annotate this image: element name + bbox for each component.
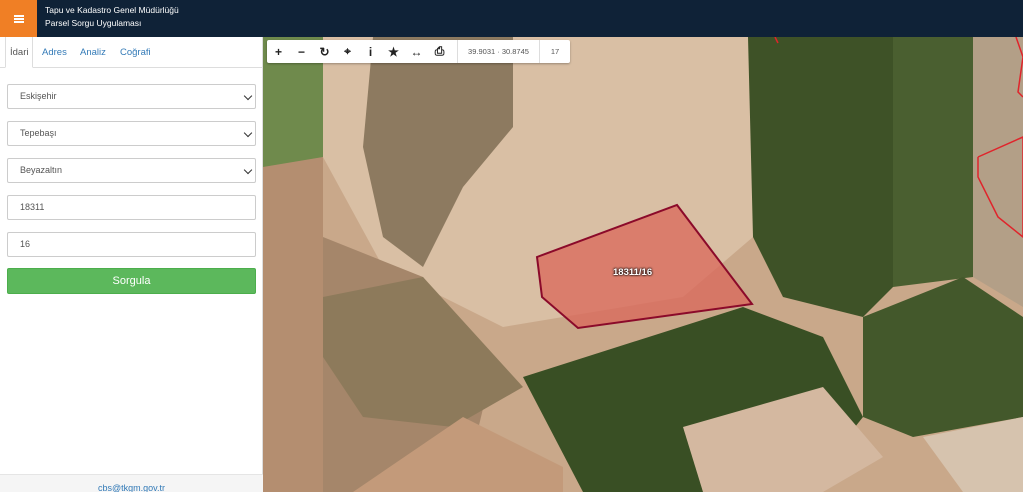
tab-adres[interactable]: Adres	[42, 37, 67, 68]
parcel-label: 18311/16	[613, 267, 653, 278]
hamburger-icon	[13, 14, 24, 23]
app-title: Tapu ve Kadastro Genel Müdürlüğü Parsel …	[45, 4, 179, 30]
contact-email-link[interactable]: cbs@tkgm.gov.tr	[98, 483, 165, 492]
neighborhood-select[interactable]: Beyazaltın	[7, 158, 256, 183]
print-icon[interactable]: ⎙	[428, 40, 451, 63]
coordinate-readout: 39.9031 · 30.8745	[457, 40, 540, 63]
zoom-out-icon[interactable]: −	[290, 40, 313, 63]
info-icon[interactable]: i	[359, 40, 382, 63]
star-icon[interactable]: ★	[382, 40, 405, 63]
tab-cografi[interactable]: Coğrafi	[120, 37, 151, 68]
menu-button[interactable]	[0, 0, 37, 37]
crosshair-icon[interactable]: ⌖	[336, 40, 359, 63]
tab-analiz[interactable]: Analiz	[80, 37, 106, 68]
neighborhood-select-value: Beyazaltın	[20, 165, 63, 175]
chevron-down-icon	[243, 165, 253, 175]
zoom-level: 17	[550, 47, 560, 56]
tab-idari[interactable]: İdari	[5, 37, 34, 68]
chevron-down-icon	[243, 128, 253, 138]
sorgula-button[interactable]: Sorgula	[7, 268, 256, 294]
chevron-down-icon	[243, 91, 253, 101]
province-select-value: Eskişehir	[20, 91, 57, 101]
parcel-no-input[interactable]: 16	[7, 232, 256, 257]
district-select-value: Tepebaşı	[20, 128, 57, 138]
refresh-icon[interactable]: ↻	[313, 40, 336, 63]
province-select[interactable]: Eskişehir	[7, 84, 256, 109]
map-view[interactable]: 18311/16 + − ↻ ⌖ i ★ ↔ ⎙ 39.9031 · 30.87…	[263, 37, 1023, 492]
map-toolbar: + − ↻ ⌖ i ★ ↔ ⎙ 39.9031 · 30.8745 17	[267, 40, 570, 63]
zoom-in-icon[interactable]: +	[267, 40, 290, 63]
top-bar: Tapu ve Kadastro Genel Müdürlüğü Parsel …	[0, 0, 1023, 37]
app-title-line2: Parsel Sorgu Uygulaması	[45, 18, 142, 28]
parcel-no-value: 16	[20, 239, 31, 249]
block-no-value: 18311	[20, 202, 45, 212]
sidebar: İdari Adres Analiz Coğrafi Eskişehir Tep…	[0, 37, 263, 492]
measure-icon[interactable]: ↔	[405, 40, 428, 63]
app-title-line1: Tapu ve Kadastro Genel Müdürlüğü	[45, 5, 179, 15]
footer: cbs@tkgm.gov.tr	[0, 474, 263, 492]
district-select[interactable]: Tepebaşı	[7, 121, 256, 146]
tab-bar: İdari Adres Analiz Coğrafi	[0, 37, 263, 68]
satellite-imagery	[263, 37, 1023, 492]
block-no-input[interactable]: 18311	[7, 195, 256, 220]
